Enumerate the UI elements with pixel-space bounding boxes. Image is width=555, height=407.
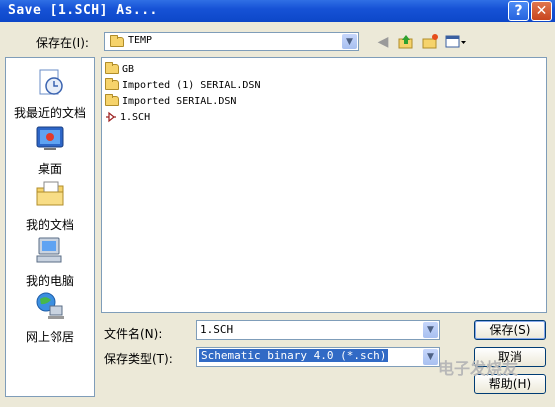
save-in-label: 保存在(I):: [36, 36, 89, 50]
save-as-dialog: Save [1.SCH] As... ? ✕ 保存在(I): TEMP ▼ ◀ …: [0, 0, 555, 407]
list-item[interactable]: GB: [105, 62, 134, 77]
folder-icon: [105, 62, 119, 74]
help-title-button[interactable]: ?: [508, 1, 529, 21]
place-recent-documents[interactable]: 我最近的文档: [6, 66, 94, 121]
filename-label: 文件名(N):: [104, 327, 163, 341]
place-label: 我的文档: [25, 218, 74, 232]
list-item[interactable]: Imported SERIAL.DSN: [105, 94, 236, 109]
network-places-icon: [36, 292, 64, 319]
save-button[interactable]: 保存(S): [474, 320, 546, 340]
view-menu-icon[interactable]: [445, 33, 467, 51]
list-item[interactable]: Imported (1) SERIAL.DSN: [105, 78, 260, 93]
save-in-value: TEMP: [128, 35, 153, 46]
my-documents-icon: [36, 181, 64, 206]
up-folder-icon[interactable]: [397, 33, 415, 51]
title-bar: Save [1.SCH] As... ? ✕: [0, 0, 555, 22]
new-folder-icon[interactable]: [421, 33, 439, 51]
place-label: 我最近的文档: [13, 106, 86, 120]
back-icon[interactable]: ◀: [374, 33, 392, 51]
folder-icon: [105, 78, 119, 90]
places-bar: 我最近的文档 桌面 我的文档 我的电脑 网上邻居: [5, 57, 95, 397]
save-in-dropdown[interactable]: TEMP ▼: [104, 32, 359, 51]
chevron-down-icon[interactable]: ▼: [423, 322, 438, 338]
place-desktop[interactable]: 桌面: [6, 122, 94, 177]
window-title: Save [1.SCH] As...: [8, 3, 158, 18]
folder-icon: [105, 94, 119, 106]
desktop-icon: [36, 126, 64, 150]
folder-icon: [110, 35, 124, 47]
filename-field[interactable]: 1.SCH ▼: [196, 320, 440, 340]
list-item[interactable]: 1.SCH: [105, 110, 150, 125]
my-computer-icon: [36, 237, 62, 263]
filetype-label: 保存类型(T):: [104, 352, 173, 366]
watermark: 电子发烧友: [438, 359, 519, 378]
place-label: 桌面: [37, 162, 62, 176]
close-button[interactable]: ✕: [531, 1, 552, 21]
place-my-documents[interactable]: 我的文档: [6, 178, 94, 233]
filetype-value: Schematic binary 4.0 (*.sch): [199, 349, 389, 362]
file-list[interactable]: GB Imported (1) SERIAL.DSN Imported SERI…: [101, 57, 547, 313]
chevron-down-icon[interactable]: ▼: [423, 349, 438, 365]
recent-documents-icon: [39, 69, 63, 95]
filename-value: 1.SCH: [200, 323, 234, 336]
place-my-computer[interactable]: 我的电脑: [6, 234, 94, 289]
chevron-down-icon[interactable]: ▼: [342, 34, 357, 49]
place-label: 网上邻居: [25, 330, 74, 344]
place-network-places[interactable]: 网上邻居: [6, 290, 94, 345]
schematic-file-icon: [106, 111, 116, 123]
filetype-dropdown[interactable]: Schematic binary 4.0 (*.sch) ▼: [196, 347, 440, 367]
place-label: 我的电脑: [25, 274, 74, 288]
